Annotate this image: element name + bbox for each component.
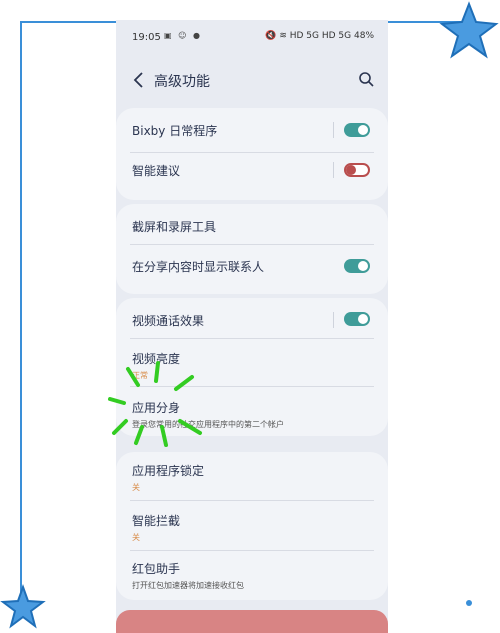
video-call-effects-toggle[interactable] [344, 312, 370, 326]
divider [130, 338, 374, 339]
star-icon [439, 1, 499, 59]
setting-label: Bixby 日常程序 [132, 124, 218, 138]
decorative-dot [466, 600, 472, 606]
row-separator [333, 122, 334, 138]
settings-card-1: Bixby 日常程序 智能建议 [116, 108, 388, 200]
setting-label: 应用程序锁定 [132, 464, 205, 478]
share-contacts-toggle[interactable] [344, 259, 370, 273]
setting-smart-suggestions[interactable]: 智能建议 [132, 162, 372, 179]
setting-screenshot-tools[interactable]: 截屏和录屏工具 [132, 218, 372, 235]
divider [130, 550, 374, 551]
row-separator [333, 162, 334, 178]
row-separator [333, 312, 334, 328]
page-title: 高级功能 [154, 74, 210, 90]
setting-red-packet-assistant[interactable]: 红包助手 打开红包加速器将加速接收红包 [132, 560, 372, 591]
settings-card-2: 截屏和录屏工具 在分享内容时显示联系人 [116, 204, 388, 294]
setting-share-contacts[interactable]: 在分享内容时显示联系人 [132, 258, 372, 275]
setting-value: 关 [132, 533, 140, 542]
notification-icons: ▣ ☺ ● [164, 31, 202, 40]
bixby-routines-toggle[interactable] [344, 123, 370, 137]
status-right-indicators: 🔇 ≋ HD 5G HD 5G 48% [265, 31, 374, 41]
setting-label: 视频通话效果 [132, 314, 205, 328]
setting-app-lock[interactable]: 应用程序锁定 关 [132, 462, 372, 493]
smart-suggestions-toggle[interactable] [344, 163, 370, 177]
setting-smart-block[interactable]: 智能拦截 关 [132, 512, 372, 543]
status-time: 19:05 [132, 32, 161, 43]
setting-value: 关 [132, 483, 140, 492]
highlight-burst-icon [108, 361, 202, 447]
setting-label: 在分享内容时显示联系人 [132, 260, 265, 274]
star-icon [0, 584, 46, 629]
setting-label: 智能建议 [132, 164, 181, 178]
status-bar: 19:05 ▣ ☺ ● 🔇 ≋ HD 5G HD 5G 48% [116, 20, 388, 54]
divider [130, 500, 374, 501]
bottom-card-edge [116, 610, 388, 633]
app-bar: 高级功能 [116, 64, 388, 98]
frame-left-line [20, 21, 22, 601]
back-arrow-icon[interactable] [130, 70, 148, 90]
phone-screen: 19:05 ▣ ☺ ● 🔇 ≋ HD 5G HD 5G 48% 高级功能 Bix… [116, 20, 388, 633]
search-icon[interactable] [358, 71, 374, 87]
setting-label: 智能拦截 [132, 514, 181, 528]
setting-label: 红包助手 [132, 562, 181, 576]
setting-bixby-routines[interactable]: Bixby 日常程序 [132, 122, 372, 139]
settings-card-4: 应用程序锁定 关 智能拦截 关 红包助手 打开红包加速器将加速接收红包 [116, 452, 388, 600]
divider [130, 152, 374, 153]
setting-video-call-effects[interactable]: 视频通话效果 [132, 312, 372, 329]
setting-description: 打开红包加速器将加速接收红包 [132, 581, 244, 590]
divider [130, 244, 374, 245]
setting-label: 截屏和录屏工具 [132, 220, 217, 234]
